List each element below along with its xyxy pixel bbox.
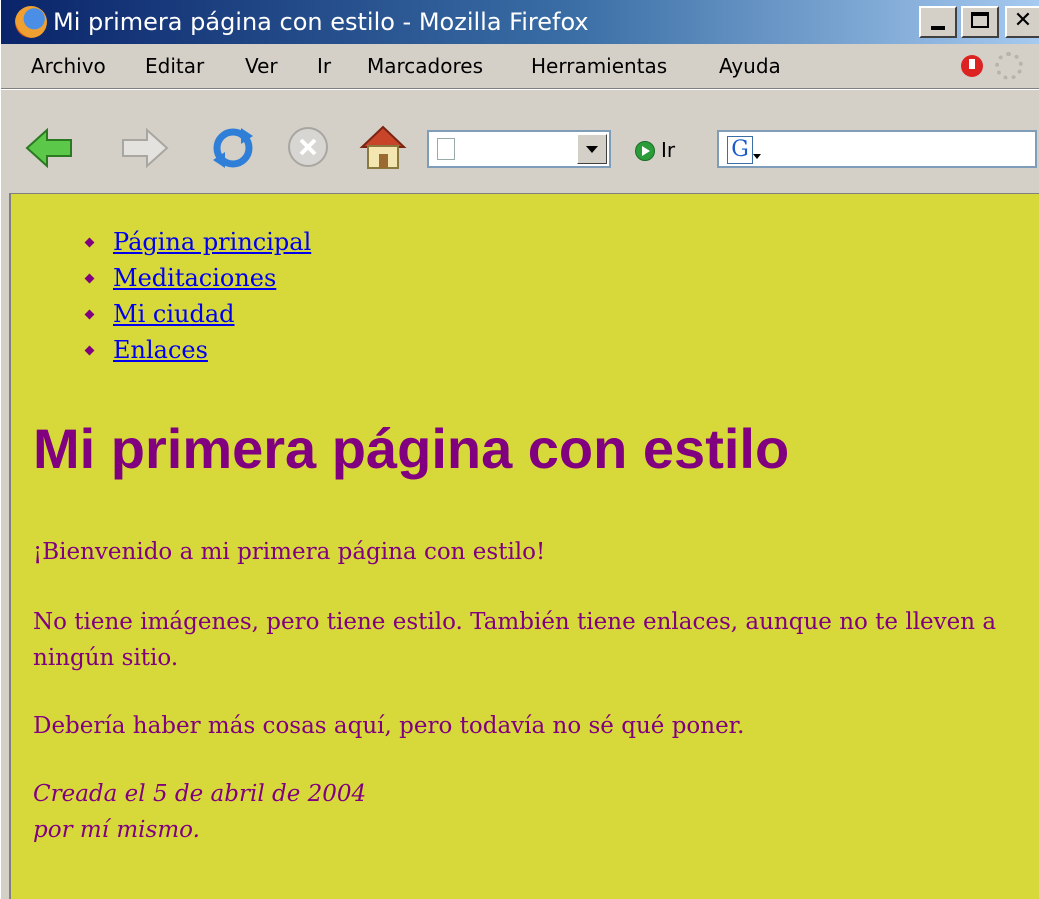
- page-footer: Creada el 5 de abril de 2004 por mí mism…: [33, 776, 366, 848]
- bullet-icon: [84, 237, 95, 248]
- title-bar: Mi primera página con estilo - Mozilla F…: [1, 0, 1039, 44]
- nav-link-pagina-principal[interactable]: Página principal: [113, 224, 311, 260]
- navigation-toolbar: Ir G: [1, 89, 1039, 244]
- menu-editar[interactable]: Editar: [145, 54, 204, 78]
- menu-ver[interactable]: Ver: [245, 54, 278, 78]
- footer-line-author: por mí mismo.: [33, 817, 200, 843]
- paragraph-style: No tiene imágenes, pero tiene estilo. Ta…: [33, 609, 997, 671]
- page-heading: Mi primera página con estilo: [33, 417, 790, 480]
- reload-icon[interactable]: [211, 126, 255, 170]
- go-icon[interactable]: [635, 141, 655, 161]
- throbber-icon: [995, 52, 1023, 80]
- url-bar[interactable]: [427, 130, 611, 168]
- adblock-icon[interactable]: [961, 55, 983, 77]
- menu-herramientas[interactable]: Herramientas: [531, 54, 667, 78]
- window-title: Mi primera página con estilo - Mozilla F…: [53, 8, 589, 36]
- nav-link-enlaces[interactable]: Enlaces: [113, 332, 208, 368]
- bullet-icon: [84, 309, 95, 320]
- forward-icon[interactable]: [119, 128, 169, 168]
- close-button[interactable]: ✕: [1005, 6, 1039, 38]
- nav-link-mi-ciudad[interactable]: Mi ciudad: [113, 296, 235, 332]
- page-icon: [437, 138, 455, 160]
- search-bar[interactable]: G: [717, 130, 1037, 168]
- minimize-button[interactable]: [919, 6, 957, 38]
- back-icon[interactable]: [25, 128, 75, 168]
- close-icon: ✕: [1013, 8, 1033, 33]
- menu-marcadores[interactable]: Marcadores: [367, 54, 483, 78]
- url-input[interactable]: [461, 136, 575, 164]
- bullet-icon: [84, 273, 95, 284]
- bullet-icon: [84, 345, 95, 356]
- maximize-icon: [971, 12, 989, 28]
- menu-bar: Archivo Editar Ver Ir Marcadores Herrami…: [1, 44, 1039, 89]
- menu-ir[interactable]: Ir: [317, 54, 331, 78]
- menu-ayuda[interactable]: Ayuda: [719, 54, 781, 78]
- menu-archivo[interactable]: Archivo: [31, 54, 106, 78]
- url-dropdown-button[interactable]: [577, 134, 607, 164]
- search-engine-dropdown-icon[interactable]: [753, 154, 761, 159]
- page-content: Página principal Meditaciones Mi ciudad …: [9, 193, 1039, 899]
- stop-icon[interactable]: [287, 126, 329, 168]
- maximize-button[interactable]: [961, 6, 999, 38]
- google-search-engine-icon[interactable]: G: [727, 136, 753, 164]
- search-input[interactable]: [763, 136, 1031, 164]
- footer-line-date: Creada el 5 de abril de 2004: [33, 781, 367, 807]
- nav-link-meditaciones[interactable]: Meditaciones: [113, 260, 276, 296]
- paragraph-more: Debería haber más cosas aquí, pero todav…: [33, 713, 745, 739]
- go-button-label[interactable]: Ir: [661, 136, 675, 164]
- browser-window: Mi primera página con estilo - Mozilla F…: [0, 0, 1039, 899]
- paragraph-welcome: ¡Bienvenido a mi primera página con esti…: [33, 539, 546, 565]
- minimize-icon: [931, 26, 945, 30]
- firefox-icon: [15, 6, 47, 38]
- home-icon[interactable]: [359, 124, 407, 170]
